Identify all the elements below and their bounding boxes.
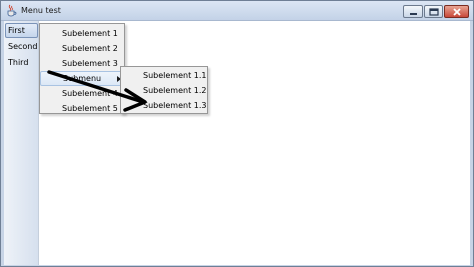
menu-first[interactable]: First: [5, 23, 38, 38]
menu-item-subelement-1-1[interactable]: Subelement 1.1: [121, 68, 207, 83]
application-window: Menu test First Second Third Subelement …: [0, 0, 474, 267]
menu-item-subelement-1-3[interactable]: Subelement 1.3: [121, 98, 207, 113]
client-area: First Second Third Subelement 1 Subeleme…: [4, 21, 470, 265]
menu-item-label: Subelement 1.3: [143, 101, 207, 110]
menu-item-label: Subelement 1.2: [143, 86, 207, 95]
menu-first-label: First: [8, 26, 25, 35]
menu-second-label: Second: [8, 42, 38, 51]
submenu-popup: Subelement 1.1 Subelement 1.2 Subelement…: [120, 66, 208, 114]
menu-second[interactable]: Second: [5, 39, 38, 54]
menu-third[interactable]: Third: [5, 55, 38, 70]
menu-item-label: Subelement 1.1: [143, 71, 207, 80]
title-bar[interactable]: Menu test: [1, 1, 473, 21]
menu-item-subelement-1[interactable]: Subelement 1: [40, 26, 124, 41]
maximize-button[interactable]: [424, 5, 443, 18]
menu-item-subelement-5[interactable]: Subelement 5: [40, 101, 124, 116]
popup-menu: Subelement 1 Subelement 2 Subelement 3 S…: [39, 23, 125, 114]
maximize-icon: [429, 8, 439, 16]
menu-item-submenu[interactable]: Submenu: [40, 71, 124, 86]
minimize-button[interactable]: [403, 5, 423, 18]
menu-item-subelement-4[interactable]: Subelement 4: [40, 86, 124, 101]
window-title: Menu test: [21, 6, 61, 15]
menu-item-subelement-2[interactable]: Subelement 2: [40, 41, 124, 56]
java-cup-icon: [6, 4, 17, 17]
close-button[interactable]: [444, 5, 469, 18]
minimize-icon: [410, 13, 417, 15]
menu-third-label: Third: [8, 58, 29, 67]
menu-item-label: Subelement 2: [62, 44, 118, 53]
menu-item-subelement-1-2[interactable]: Subelement 1.2: [121, 83, 207, 98]
menu-item-label: Submenu: [63, 74, 102, 83]
menu-item-label: Subelement 3: [62, 59, 118, 68]
menu-item-label: Subelement 5: [62, 104, 118, 113]
menu-item-label: Subelement 1: [62, 29, 118, 38]
menu-item-label: Subelement 4: [62, 89, 118, 98]
menu-item-subelement-3[interactable]: Subelement 3: [40, 56, 124, 71]
close-icon: [453, 8, 461, 16]
vertical-menu-bar: First Second Third: [4, 21, 39, 265]
